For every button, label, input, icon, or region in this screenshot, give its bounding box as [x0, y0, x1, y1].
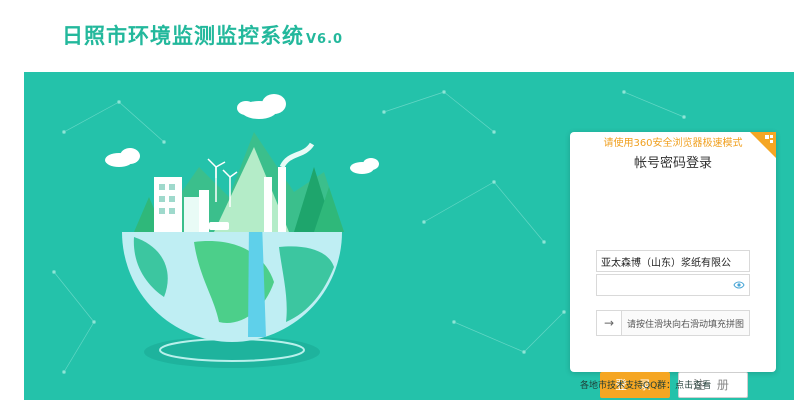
- login-title: 帐号密码登录: [633, 156, 712, 171]
- login-page: 日照市环境监测监控系统 V6.0 请使用360安全浏览器极速模式 帐号密码登录 …: [0, 0, 807, 408]
- header-bar: 日照市环境监测监控系统 V6.0: [24, 0, 794, 72]
- slider-handle[interactable]: →: [597, 311, 622, 335]
- username-input[interactable]: [597, 251, 735, 272]
- slide-captcha[interactable]: → 请按住滑块向右滑动填充拼图: [596, 310, 750, 336]
- hero-banner: 请使用360安全浏览器极速模式 帐号密码登录 → 请按住滑块向右滑动填充拼图: [24, 72, 794, 400]
- version-label: V6.0: [306, 32, 344, 47]
- password-input[interactable]: [597, 277, 735, 298]
- slider-hint: 请按住滑块向右滑动填充拼图: [627, 320, 745, 330]
- support-link[interactable]: 各地市技术支持QQ群：点击查看: [580, 378, 711, 391]
- eye-icon[interactable]: [733, 280, 745, 290]
- login-card: 请使用360安全浏览器极速模式 帐号密码登录 → 请按住滑块向右滑动填充拼图: [570, 132, 776, 398]
- browser-tip: 请使用360安全浏览器极速模式: [603, 138, 743, 149]
- page-title: 日照市环境监测监控系统 V6.0: [62, 20, 343, 50]
- username-field[interactable]: [596, 250, 750, 272]
- system-name: 日照市环境监测监控系统: [62, 24, 304, 48]
- password-field[interactable]: [596, 274, 750, 298]
- arrow-right-icon: →: [603, 316, 615, 330]
